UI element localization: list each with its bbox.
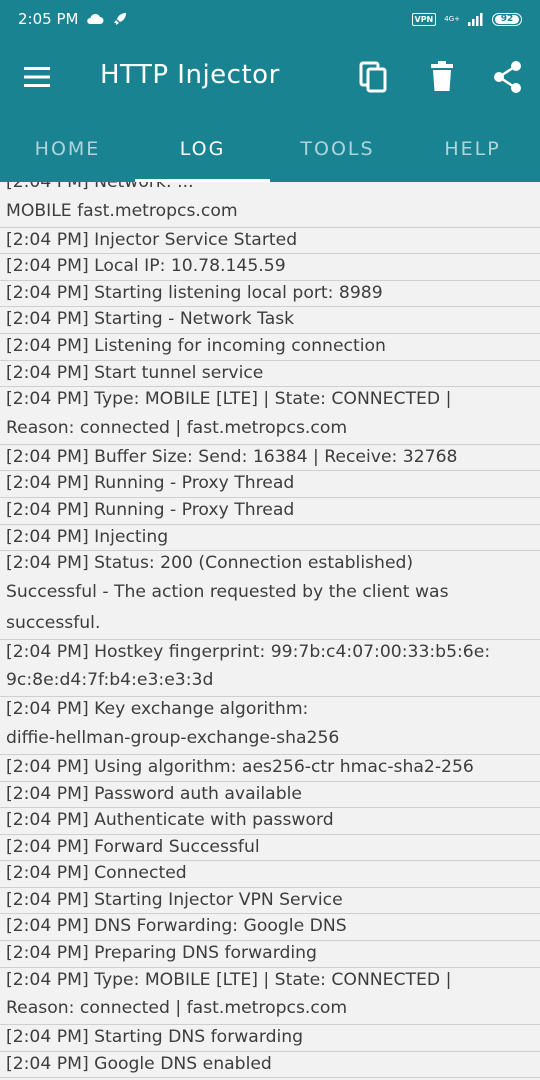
log-entry: [2:04 PM] Type: MOBILE [LTE] | State: CO… <box>0 387 540 445</box>
log-entry-text: [2:04 PM] Starting listening local port:… <box>6 282 383 303</box>
log-entry: [2:04 PM] Network: ... MOBILE fast.metrop… <box>0 182 540 228</box>
app-toolbar: HTTP Injector <box>0 38 540 116</box>
log-entry-text: [2:04 PM] Hostkey fingerprint: 99:7b:c4:… <box>6 641 491 662</box>
log-entry: [2:04 PM] Injecting <box>0 525 540 552</box>
log-entry-text: [2:04 PM] Authenticate with password <box>6 810 334 831</box>
log-entry-text: [2:04 PM] Starting DNS forwarding <box>6 1027 304 1048</box>
menu-icon[interactable] <box>24 66 52 88</box>
log-entry-text: [2:04 PM] Forward Successful <box>6 836 260 857</box>
copy-icon[interactable] <box>358 60 390 94</box>
log-entry: [2:04 PM] Connected <box>0 861 540 888</box>
log-entry: [2:04 PM] DNS Forwarding: Google DNS <box>0 914 540 942</box>
log-entry-text: [2:04 PM] Start tunnel service <box>6 362 264 383</box>
log-entry-text: [2:04 PM] Starting Injector VPN Service <box>6 889 343 910</box>
log-entry-text: [2:04 PM] Network: ... <box>6 182 194 192</box>
log-entry-text: [2:04 PM] Injecting <box>6 526 169 547</box>
log-entry: [2:04 PM] Local IP: 10.78.145.59 <box>0 254 540 281</box>
log-entry-text: Reason: connected | fast.metropcs.com <box>6 417 348 438</box>
log-entry-text: [2:04 PM] Injector Service Started <box>6 229 298 250</box>
log-entry: [2:04 PM] Using algorithm: aes256-ctr hm… <box>0 755 540 782</box>
log-entry-text: [2:04 PM] Type: MOBILE [LTE] | State: CO… <box>6 969 452 990</box>
log-entry: [2:04 PM] Status: 200 (Connection establ… <box>0 551 540 640</box>
log-entry: [2:04 PM] Starting DNS forwarding <box>0 1025 540 1052</box>
log-entry-text: [2:04 PM] Google DNS enabled <box>6 1053 272 1074</box>
app-title: HTTP Injector <box>100 60 280 90</box>
vpn-badge: VPN <box>411 12 437 26</box>
log-list[interactable]: [2:04 PM] Network: ... MOBILE fast.metrop… <box>0 182 540 1080</box>
tab-home[interactable]: HOME <box>0 116 135 182</box>
network-type: 4G+ <box>444 15 460 23</box>
log-entry-text: diffie-hellman-group-exchange-sha256 <box>6 727 340 748</box>
log-entry: [2:04 PM] Key exchange algorithm: diffie-… <box>0 697 540 755</box>
battery-level: 92 <box>495 14 519 24</box>
log-entry: [2:04 PM] Injector Service Started <box>0 228 540 255</box>
log-entry-text: [2:04 PM] Preparing DNS forwarding <box>6 943 317 964</box>
tab-help[interactable]: HELP <box>405 116 540 182</box>
log-entry-text: [2:04 PM] Type: MOBILE [LTE] | State: CO… <box>6 389 452 410</box>
log-entry: [2:04 PM] Type: MOBILE [LTE] | State: CO… <box>0 968 540 1026</box>
log-entry-text: 9c:8e:d4:7f:b4:e3:e3:3d <box>6 670 214 691</box>
log-entry: [2:04 PM] Running - Proxy Thread <box>0 498 540 525</box>
log-entry: [2:04 PM] Starting - Network Task <box>0 307 540 334</box>
log-entry-text: [2:04 PM] Connected <box>6 863 187 884</box>
log-entries: [2:04 PM] Network: ... MOBILE fast.metrop… <box>0 182 540 1080</box>
log-entry: [2:04 PM] Hostkey fingerprint: 99:7b:c4:… <box>0 640 540 698</box>
log-entry: [2:04 PM] Preparing DNS forwarding <box>0 941 540 968</box>
log-entry-text: [2:04 PM] Listening for incoming connect… <box>6 335 386 356</box>
rocket-icon <box>114 13 127 25</box>
log-entry: [2:04 PM] Start tunnel service <box>0 361 540 388</box>
status-bar-left: 2:05 PM <box>18 10 128 28</box>
log-entry-text: successful. <box>6 612 101 633</box>
log-entry: [2:04 PM] Listening for incoming connect… <box>0 334 540 361</box>
clock: 2:05 PM <box>18 10 79 28</box>
log-entry-text: [2:04 PM] Starting - Network Task <box>6 309 295 330</box>
log-entry-text: [2:04 PM] Password auth available <box>6 783 302 804</box>
tab-bar: HOME LOG TOOLS HELP <box>0 116 540 182</box>
log-entry-text: MOBILE fast.metropcs.com <box>6 200 238 221</box>
status-bar-right: VPN 4G+ 92 <box>411 12 522 26</box>
delete-icon[interactable] <box>426 60 458 94</box>
log-entry: [2:04 PM] Starting listening local port:… <box>0 281 540 308</box>
status-bar: 2:05 PM VPN 4G+ 92 <box>0 0 540 38</box>
log-entry: [2:04 PM] Password auth available <box>0 782 540 809</box>
log-entry: [2:04 PM] Starting Injector VPN Service <box>0 888 540 915</box>
log-entry: [2:04 PM] Running - Proxy Thread <box>0 471 540 498</box>
log-entry-text: [2:04 PM] Buffer Size: Send: 16384 | Rec… <box>6 446 458 467</box>
log-entry-text: [2:04 PM] Local IP: 10.78.145.59 <box>6 256 286 277</box>
share-icon[interactable] <box>492 60 524 94</box>
battery-icon: 92 <box>492 12 522 26</box>
log-entry-text: [2:04 PM] Running - Proxy Thread <box>6 499 295 520</box>
signal-icon <box>468 12 483 26</box>
tab-tools[interactable]: TOOLS <box>270 116 405 182</box>
log-entry: [2:04 PM] Buffer Size: Send: 16384 | Rec… <box>0 445 540 472</box>
log-entry-text: Reason: connected | fast.metropcs.com <box>6 998 348 1019</box>
log-entry-text: [2:04 PM] Using algorithm: aes256-ctr hm… <box>6 756 474 777</box>
log-entry-text: [2:04 PM] Key exchange algorithm: <box>6 699 309 720</box>
log-entry: [2:04 PM] Authenticate with password <box>0 808 540 835</box>
cloud-icon <box>87 13 104 24</box>
log-entry-text: [2:04 PM] Status: 200 (Connection establ… <box>6 553 414 574</box>
log-entry: [2:04 PM] Forward Successful <box>0 835 540 862</box>
log-entry-text: [2:04 PM] DNS Forwarding: Google DNS <box>6 916 347 937</box>
log-entry-text: [2:04 PM] Running - Proxy Thread <box>6 473 295 494</box>
log-entry: [2:04 PM] Google DNS enabled <box>0 1052 540 1079</box>
log-entry-text: Successful - The action requested by the… <box>6 581 449 602</box>
tab-log[interactable]: LOG <box>135 116 270 182</box>
